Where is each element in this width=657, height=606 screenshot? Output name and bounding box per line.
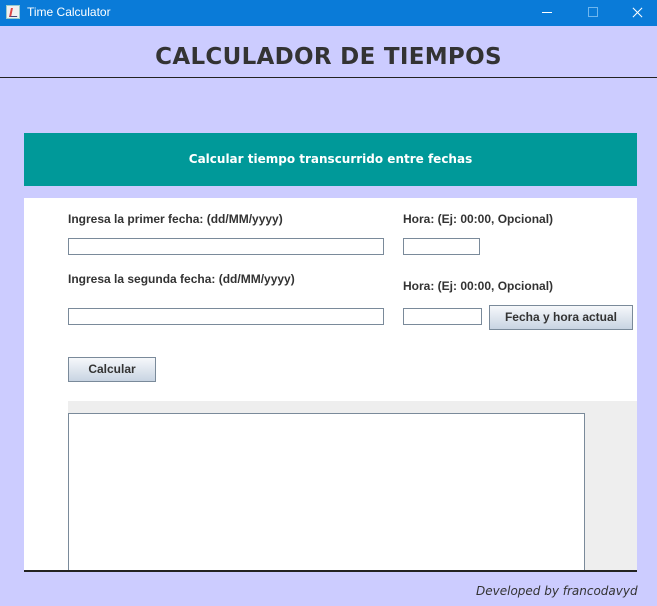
first-time-field[interactable] bbox=[403, 238, 480, 255]
minimize-icon[interactable] bbox=[524, 0, 570, 26]
second-date-field[interactable] bbox=[68, 308, 384, 325]
second-time-label: Hora: (Ej: 00:00, Opcional) bbox=[403, 279, 554, 293]
window-title: Time Calculator bbox=[27, 5, 111, 19]
first-date-field[interactable] bbox=[68, 238, 384, 255]
result-scroll-area bbox=[68, 401, 637, 572]
second-date-label: Ingresa la segunda fecha: (dd/MM/yyyy) bbox=[68, 272, 295, 286]
current-datetime-button[interactable]: Fecha y hora actual bbox=[489, 305, 633, 330]
title-divider bbox=[0, 77, 657, 78]
panel-bottom-border bbox=[24, 570, 637, 572]
window-titlebar: Time Calculator bbox=[0, 0, 657, 26]
java-app-icon bbox=[6, 5, 20, 19]
result-textarea[interactable] bbox=[68, 413, 585, 572]
first-date-label: Ingresa la primer fecha: (dd/MM/yyyy) bbox=[68, 212, 283, 226]
first-time-label: Hora: (Ej: 00:00, Opcional) bbox=[403, 212, 554, 226]
calculate-button[interactable]: Calcular bbox=[68, 357, 156, 382]
page-title: CALCULADOR DE TIEMPOS bbox=[155, 44, 502, 70]
form-panel: Ingresa la primer fecha: (dd/MM/yyyy) Ho… bbox=[24, 198, 637, 572]
second-time-field[interactable] bbox=[403, 308, 482, 325]
developer-credit: Developed by francodavyd bbox=[476, 584, 638, 598]
maximize-icon[interactable] bbox=[570, 0, 616, 26]
section-banner: Calcular tiempo transcurrido entre fecha… bbox=[24, 133, 637, 186]
close-icon[interactable] bbox=[616, 0, 657, 26]
